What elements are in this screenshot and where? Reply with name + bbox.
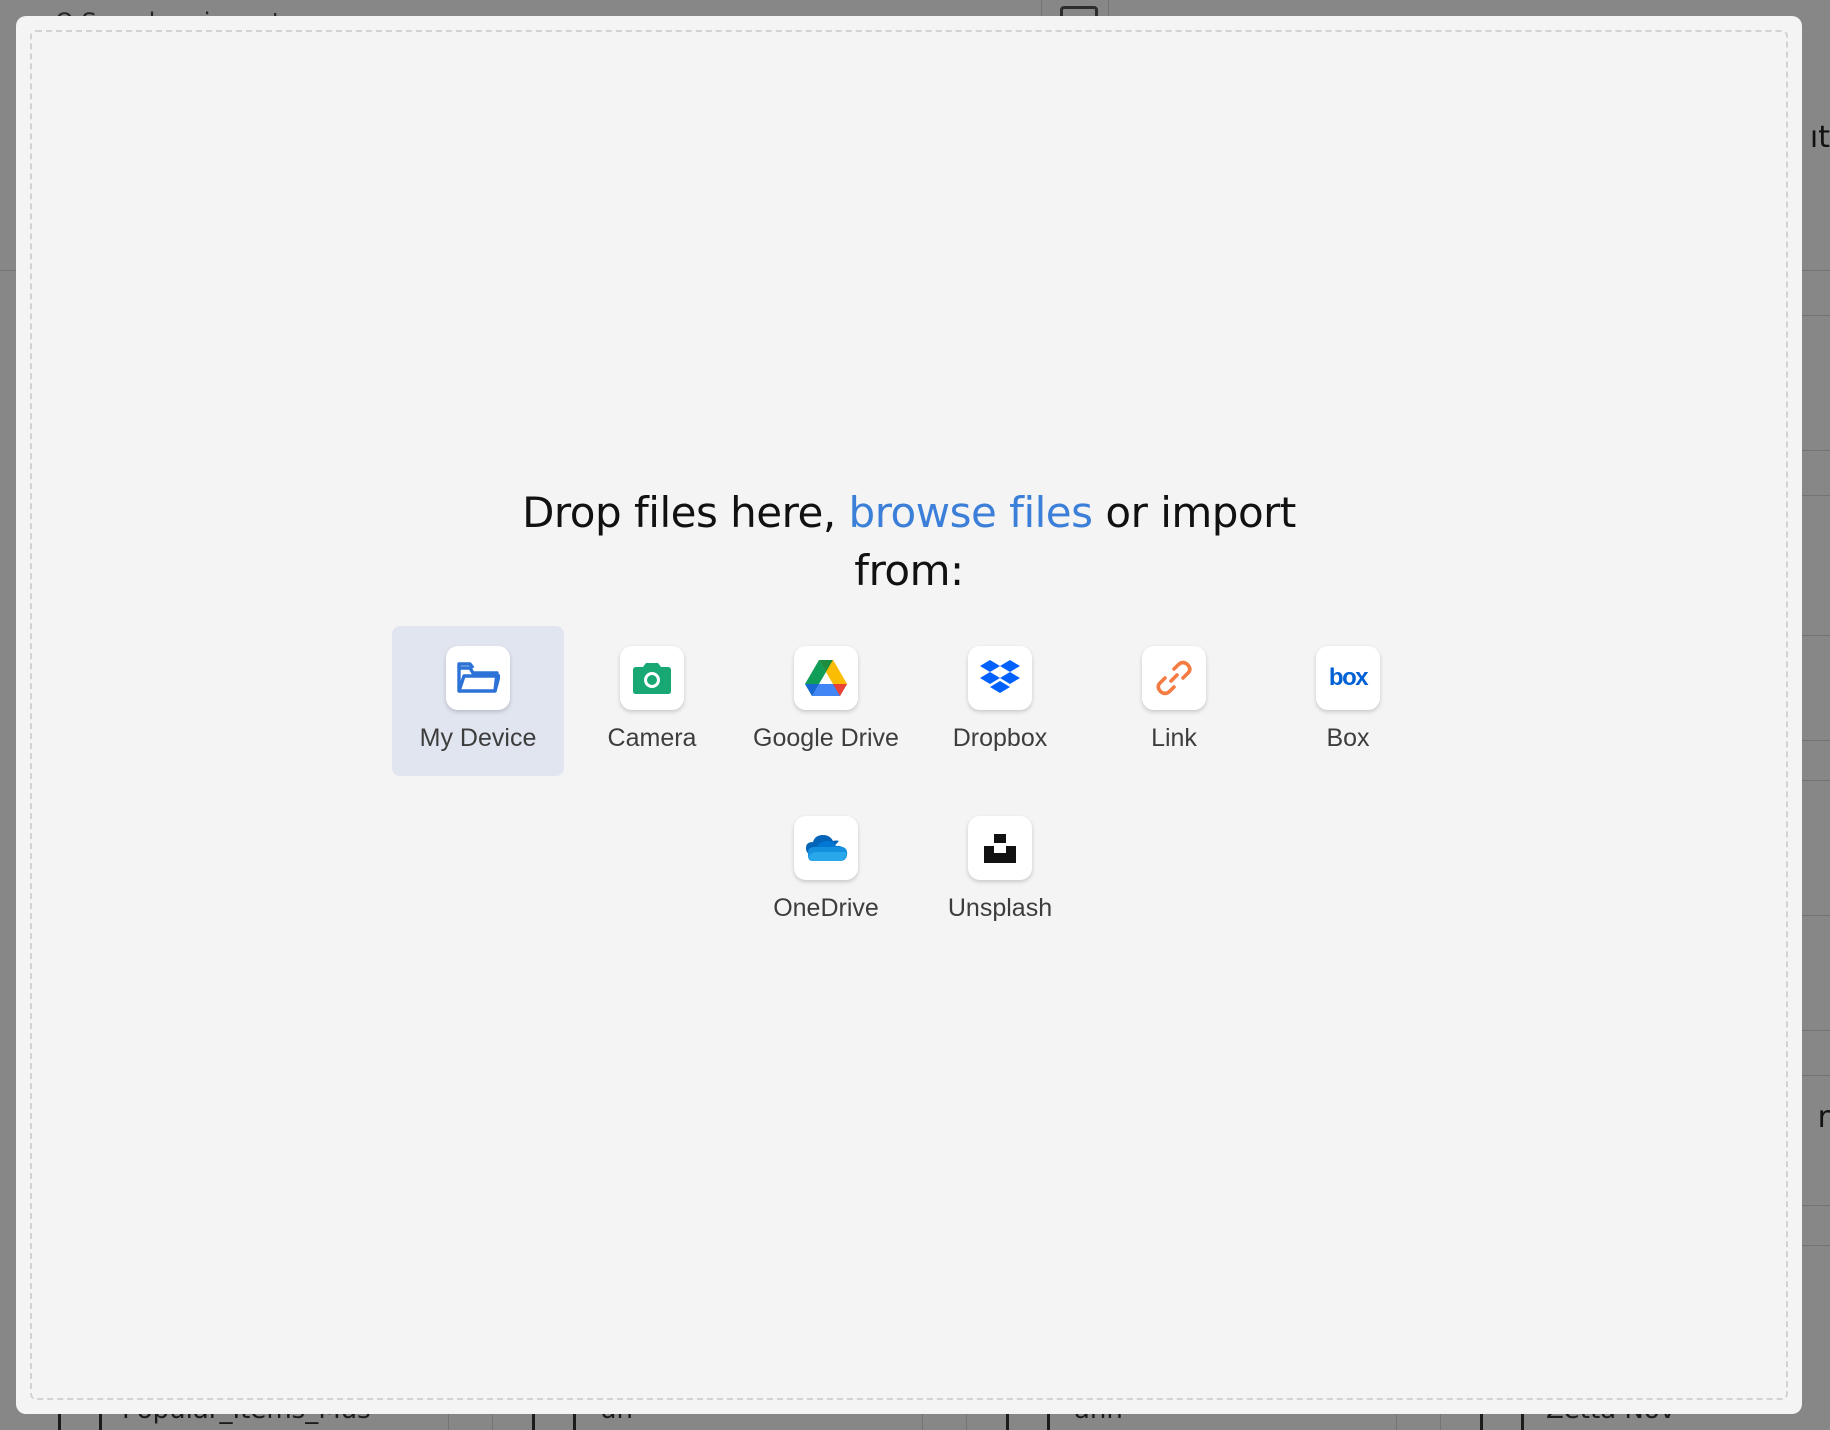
provider-onedrive[interactable]: OneDrive bbox=[740, 796, 912, 946]
unsplash-icon bbox=[984, 834, 1016, 863]
title-prefix: Drop files here, bbox=[522, 488, 836, 537]
provider-unsplash[interactable]: Unsplash bbox=[914, 796, 1086, 946]
provider-my-device[interactable]: My Device bbox=[392, 626, 564, 776]
provider-google-drive[interactable]: Google Drive bbox=[740, 626, 912, 776]
provider-label: Unsplash bbox=[947, 894, 1053, 922]
provider-tile: box bbox=[1316, 646, 1380, 710]
provider-tile bbox=[446, 646, 510, 710]
box-logo-text: box bbox=[1329, 664, 1369, 691]
provider-tile bbox=[620, 646, 684, 710]
provider-tile bbox=[794, 816, 858, 880]
provider-dropbox[interactable]: Dropbox bbox=[914, 626, 1086, 776]
provider-box[interactable]: box Box bbox=[1262, 626, 1434, 776]
provider-link[interactable]: Link bbox=[1088, 626, 1260, 776]
google-drive-icon bbox=[805, 660, 847, 696]
dropbox-icon bbox=[980, 660, 1020, 693]
folder-icon bbox=[457, 662, 500, 693]
onedrive-icon bbox=[806, 835, 848, 861]
box-icon: box bbox=[1329, 664, 1371, 691]
dropzone-title: Drop files here, browse files or import … bbox=[16, 484, 1802, 600]
provider-tile bbox=[1142, 646, 1206, 710]
provider-camera[interactable]: Camera bbox=[566, 626, 738, 776]
provider-tile bbox=[968, 816, 1032, 880]
link-icon bbox=[1156, 660, 1192, 696]
provider-tile bbox=[968, 646, 1032, 710]
provider-label: Box bbox=[1326, 724, 1370, 752]
upload-modal: Drop files here, browse files or import … bbox=[16, 16, 1802, 1414]
provider-tile bbox=[794, 646, 858, 710]
browse-files-link[interactable]: browse files bbox=[849, 488, 1093, 537]
camera-icon bbox=[633, 663, 671, 694]
